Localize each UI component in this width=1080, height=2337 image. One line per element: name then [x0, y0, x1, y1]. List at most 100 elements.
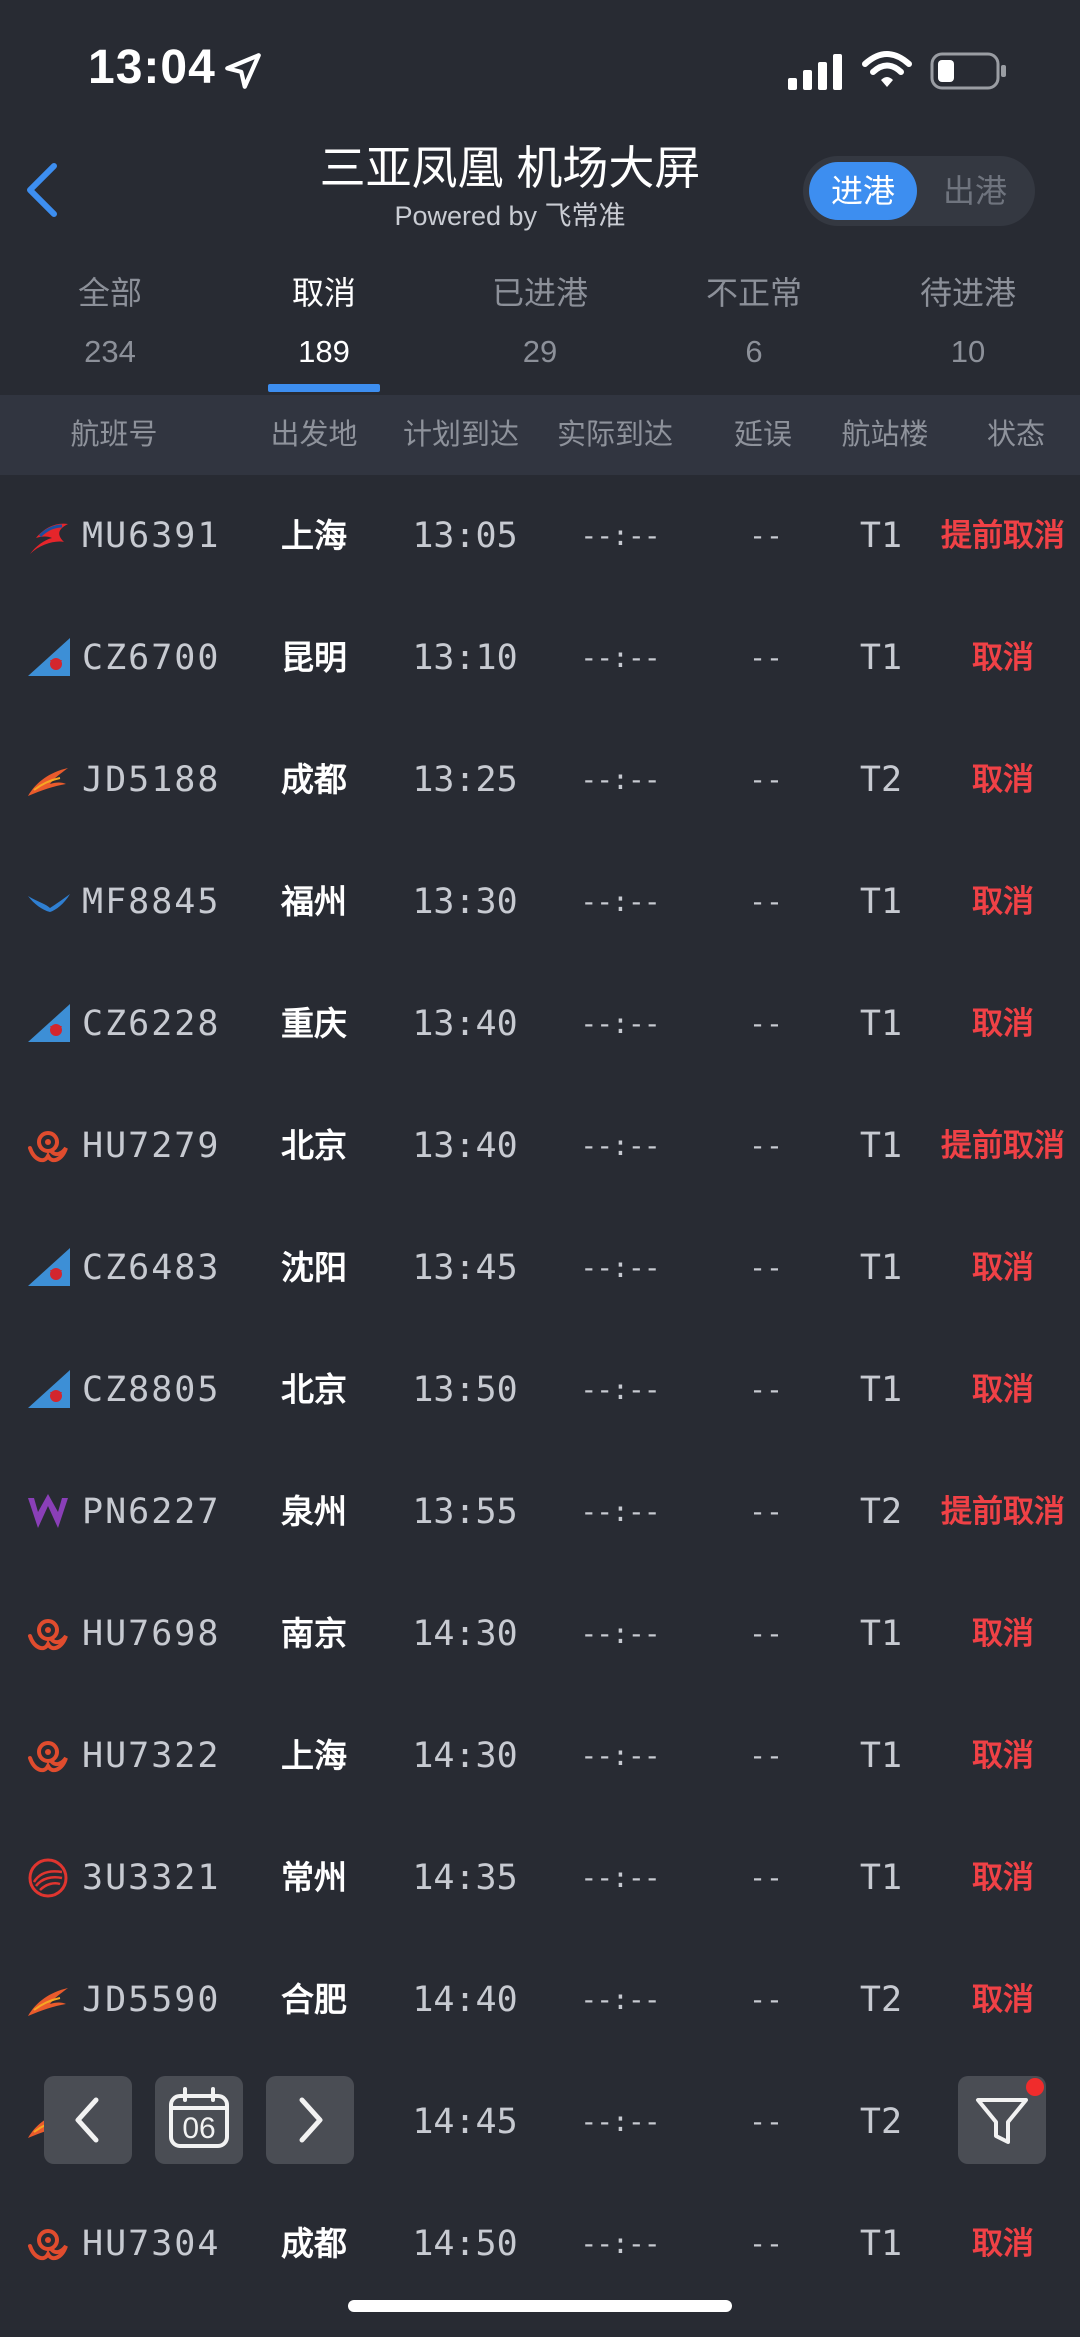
flight-row[interactable]: HU7304 成都 14:50 --:-- -- T1 取消	[0, 2183, 1080, 2305]
flight-row[interactable]: JD5590 合肥 14:40 --:-- -- T2 取消	[0, 1939, 1080, 2061]
scheduled-arrival: 14:35	[412, 1858, 518, 1898]
column-header-terminal: 航站楼	[841, 419, 929, 451]
scheduled-arrival: 13:25	[412, 760, 518, 800]
terminal: T1	[859, 638, 903, 678]
flight-row[interactable]: CZ6483 沈阳 13:45 --:-- -- T1 取消	[0, 1207, 1080, 1329]
next-day-button[interactable]	[266, 2076, 354, 2164]
scheduled-arrival: 14:50	[412, 2224, 518, 2264]
column-header-status: 状态	[986, 419, 1045, 451]
tab-all[interactable]: 全部 234	[2, 262, 218, 370]
flight-status: 取消	[972, 1006, 1034, 1041]
terminal: T1	[859, 516, 903, 556]
xiamen-air-logo-icon	[26, 882, 70, 922]
previous-day-button[interactable]	[44, 2076, 132, 2164]
scheduled-arrival: 13:50	[412, 1370, 518, 1410]
terminal: T2	[859, 1980, 903, 2020]
delay-value: --	[749, 1861, 783, 1894]
terminal: T1	[859, 1126, 903, 1166]
tab-pending[interactable]: 待进港 10	[860, 262, 1076, 370]
filter-button[interactable]	[958, 2076, 1046, 2164]
flight-row[interactable]: CZ6228 重庆 13:40 --:-- -- T1 取消	[0, 963, 1080, 1085]
flight-row[interactable]: MF8845 福州 13:30 --:-- -- T1 取消	[0, 841, 1080, 963]
scheduled-arrival: 13:55	[412, 1492, 518, 1532]
flight-number: MF8845	[82, 882, 221, 922]
status-time: 13:04	[88, 41, 216, 94]
calendar-day-label: 06	[182, 2112, 216, 2145]
flight-number: HU7279	[82, 1126, 221, 1166]
scheduled-arrival: 13:40	[412, 1126, 518, 1166]
scheduled-arrival: 14:45	[412, 2102, 518, 2142]
toggle-departures[interactable]: 出港	[921, 162, 1029, 220]
flight-number: CZ6228	[82, 1004, 221, 1044]
actual-arrival: --:--	[580, 1373, 660, 1406]
tab-abnormal[interactable]: 不正常 6	[646, 262, 862, 370]
flight-status: 取消	[972, 1250, 1034, 1285]
actual-arrival: --:--	[580, 2227, 660, 2260]
tab-label: 不正常	[705, 275, 802, 311]
tab-count: 6	[745, 334, 763, 369]
delay-value: --	[749, 1373, 783, 1406]
location-arrow-icon	[225, 53, 261, 89]
flight-row[interactable]: MU6391 上海 13:05 --:-- -- T1 提前取消	[0, 475, 1080, 597]
actual-arrival: --:--	[580, 1983, 660, 2016]
origin-city: 重庆	[281, 1005, 347, 1042]
flight-row[interactable]: JD5188 成都 13:25 --:-- -- T2 取消	[0, 719, 1080, 841]
delay-value: --	[749, 1617, 783, 1650]
flight-row[interactable]: CZ8805 北京 13:50 --:-- -- T1 取消	[0, 1329, 1080, 1451]
terminal: T1	[859, 1248, 903, 1288]
flight-status: 取消	[972, 762, 1034, 797]
terminal: T1	[859, 882, 903, 922]
arrival-departure-toggle: 进港 出港	[803, 156, 1035, 226]
tab-label: 待进港	[919, 275, 1016, 311]
origin-city: 泉州	[281, 1493, 347, 1530]
column-header-origin: 出发地	[270, 419, 358, 451]
terminal: T1	[859, 1004, 903, 1044]
flight-status: 提前取消	[941, 1128, 1065, 1163]
china-southern-logo-icon	[26, 1248, 70, 1288]
flight-number: PN6227	[82, 1492, 221, 1532]
flight-row[interactable]: 3U3321 常州 14:35 --:-- -- T1 取消	[0, 1817, 1080, 1939]
west-air-logo-icon	[26, 1492, 70, 1532]
column-header-flight: 航班号	[70, 419, 158, 451]
terminal: T1	[859, 1614, 903, 1654]
tab-count: 189	[298, 334, 350, 369]
toggle-arrivals[interactable]: 进港	[809, 162, 917, 220]
scheduled-arrival: 14:40	[412, 1980, 518, 2020]
flight-number: HU7304	[82, 2224, 221, 2264]
terminal: T1	[859, 1858, 903, 1898]
tab-label: 已进港	[491, 275, 588, 311]
flight-row[interactable]: HU7322 上海 14:30 --:-- -- T1 取消	[0, 1695, 1080, 1817]
flight-status: 取消	[972, 2226, 1034, 2261]
date-picker-button[interactable]: 06	[155, 2076, 243, 2164]
terminal: T1	[859, 2224, 903, 2264]
scheduled-arrival: 13:30	[412, 882, 518, 922]
actual-arrival: --:--	[580, 519, 660, 552]
delay-value: --	[749, 2105, 783, 2138]
china-southern-logo-icon	[26, 638, 70, 678]
hainan-airlines-logo-icon	[26, 1736, 70, 1776]
tab-arrived[interactable]: 已进港 29	[432, 262, 648, 370]
flight-number: CZ8805	[82, 1370, 221, 1410]
delay-value: --	[749, 1251, 783, 1284]
flight-row[interactable]: CZ6700 昆明 13:10 --:-- -- T1 取消	[0, 597, 1080, 719]
chevron-left-icon	[75, 2097, 99, 2143]
actual-arrival: --:--	[580, 1739, 660, 1772]
scheduled-arrival: 13:45	[412, 1248, 518, 1288]
origin-city: 北京	[281, 1127, 347, 1164]
hainan-airlines-logo-icon	[26, 1126, 70, 1166]
tab-cancelled[interactable]: 取消 189	[216, 262, 432, 370]
column-header-scheduled: 计划到达	[402, 419, 519, 451]
cellular-signal-icon	[788, 54, 842, 90]
home-indicator	[348, 2300, 732, 2312]
flight-row[interactable]: HU7698 南京 14:30 --:-- -- T1 取消	[0, 1573, 1080, 1695]
tab-label: 全部	[77, 275, 142, 311]
flight-row[interactable]: HU7279 北京 13:40 --:-- -- T1 提前取消	[0, 1085, 1080, 1207]
flight-row[interactable]: PN6227 泉州 13:55 --:-- -- T2 提前取消	[0, 1451, 1080, 1573]
table-header: 航班号 出发地 计划到达 实际到达 延误 航站楼 状态	[0, 395, 1080, 475]
delay-value: --	[749, 885, 783, 918]
hainan-airlines-logo-icon	[26, 1614, 70, 1654]
juneyao-logo-icon	[26, 760, 70, 800]
flight-status: 取消	[972, 884, 1034, 919]
flight-number: JD5188	[82, 760, 221, 800]
delay-value: --	[749, 519, 783, 552]
